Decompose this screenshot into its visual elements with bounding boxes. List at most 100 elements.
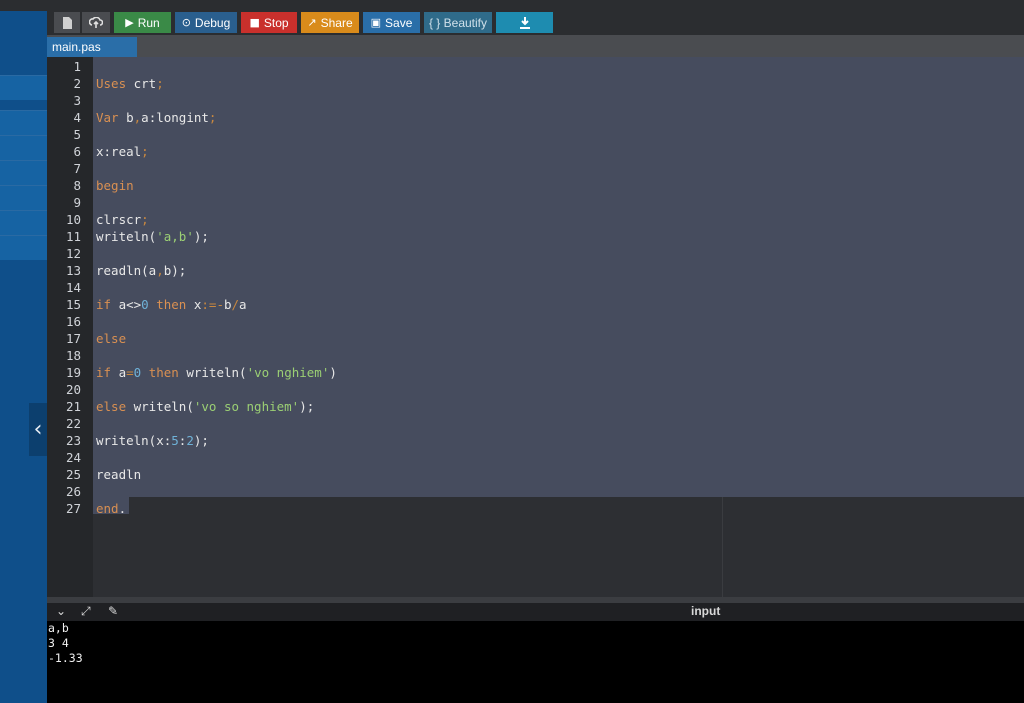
line-number: 16	[65, 314, 81, 329]
code-token: a	[111, 365, 127, 380]
code-token: a	[239, 297, 247, 312]
line-number: 18	[65, 348, 81, 363]
save-icon: ▣	[370, 16, 382, 29]
share-icon: ↗	[307, 16, 317, 29]
left-panel-item[interactable]	[0, 75, 47, 100]
left-panel	[0, 11, 47, 703]
code-line: writeln('a,b');	[96, 228, 209, 245]
code-line: readln	[96, 466, 141, 483]
beautify-button[interactable]: { } Beautify	[424, 12, 492, 33]
code-token: ;	[156, 76, 164, 91]
code-token: readln	[96, 467, 142, 482]
beautify-label: { } Beautify	[428, 15, 488, 30]
code-line: begin	[96, 177, 134, 194]
left-panel-item[interactable]	[0, 235, 47, 260]
line-number: 17	[65, 331, 81, 346]
expand-icon[interactable]: ⤢	[81, 604, 91, 619]
line-number: 15	[65, 297, 81, 312]
code-line: readln(a,b);	[96, 262, 186, 279]
tab-bar: main.pas	[47, 35, 1024, 57]
code-token: a<>	[111, 297, 142, 312]
chevron-down-icon[interactable]: ⌄	[56, 604, 66, 618]
line-number: 5	[73, 127, 81, 142]
top-strip	[0, 0, 1024, 11]
new-file-button[interactable]	[54, 12, 80, 33]
line-number: 4	[73, 110, 81, 125]
line-number: 2	[73, 76, 81, 91]
left-panel-item[interactable]	[0, 210, 47, 235]
code-token: then	[141, 365, 179, 380]
code-token: end	[96, 501, 119, 516]
code-token: x	[186, 297, 202, 312]
line-number: 21	[65, 399, 81, 414]
input-label[interactable]: input	[691, 604, 720, 618]
code-token: 'vo so nghiem'	[193, 399, 300, 414]
code-line: if a<>0 then x:=-b/a	[96, 296, 247, 313]
console-line: -1.33	[48, 651, 83, 665]
code-editor[interactable]: 1 2 Uses crt; 3 4 Var b,a:longint; 5 6 x:real; 7 8…	[47, 57, 1024, 597]
save-label: Save	[385, 15, 413, 30]
code-token: .	[118, 501, 127, 516]
line-number: 7	[73, 161, 81, 176]
line-number: 23	[65, 433, 81, 448]
debug-icon: ⊙	[181, 16, 191, 29]
stop-icon: ■	[249, 16, 260, 29]
tab-main-pas[interactable]: main.pas	[47, 37, 137, 57]
code-line: else writeln('vo so nghiem');	[96, 398, 314, 415]
share-button[interactable]: ↗ Share	[301, 12, 359, 33]
code-token: b);	[163, 263, 187, 278]
left-panel-item[interactable]	[0, 110, 47, 135]
stop-button[interactable]: ■ Stop	[241, 12, 297, 33]
code-line: x:real;	[96, 143, 149, 160]
code-token: /	[231, 297, 240, 312]
console-settings-icon[interactable]: ✎	[108, 604, 118, 618]
code-token: 5	[171, 433, 179, 448]
left-panel-item[interactable]	[0, 185, 47, 210]
code-token: begin	[96, 178, 134, 193]
play-icon: ▶	[125, 16, 134, 29]
code-token: );	[193, 229, 209, 244]
line-number: 26	[65, 484, 81, 499]
print-margin	[722, 497, 723, 597]
code-line: clrscr;	[96, 211, 149, 228]
code-token: b	[223, 297, 232, 312]
code-token: if	[96, 297, 112, 312]
left-panel-item[interactable]	[0, 135, 47, 160]
line-number: 27	[65, 501, 81, 516]
code-token: :=-	[201, 297, 224, 312]
run-button[interactable]: ▶ Run	[114, 12, 171, 33]
code-line: if a=0 then writeln('vo nghiem')	[96, 364, 337, 381]
file-icon	[63, 16, 72, 29]
download-button[interactable]	[496, 12, 553, 33]
upload-button[interactable]	[82, 12, 110, 33]
console-output[interactable]: a,b 3 4 -1.33	[47, 621, 1024, 703]
line-number: 11	[65, 229, 81, 244]
run-label: Run	[137, 15, 160, 30]
line-number: 1	[73, 59, 81, 74]
save-button[interactable]: ▣ Save	[363, 12, 420, 33]
code-token: a:longint	[141, 110, 209, 125]
code-token: then	[148, 297, 187, 312]
code-token: 'a,b'	[156, 229, 194, 244]
download-icon	[519, 16, 530, 29]
debug-button[interactable]: ⊙ Debug	[175, 12, 237, 33]
code-token: =	[126, 365, 134, 380]
console-header: ⌄ ⤢ ✎ input	[47, 603, 1024, 621]
code-token: );	[299, 399, 315, 414]
code-token: if	[96, 365, 112, 380]
line-number: 22	[65, 416, 81, 431]
code-token: x:real	[96, 144, 142, 159]
code-line: Uses crt;	[96, 75, 164, 92]
code-line: else	[96, 330, 126, 347]
upload-icon	[89, 16, 103, 28]
line-number: 12	[65, 246, 81, 261]
code-token: );	[193, 433, 209, 448]
code-token: ;	[208, 110, 217, 125]
code-token: )	[329, 365, 337, 380]
code-token: Uses	[96, 76, 127, 91]
left-panel-item[interactable]	[0, 160, 47, 185]
chevron-left-icon[interactable]: ‹	[29, 403, 47, 456]
line-number: 13	[65, 263, 81, 278]
code-token: crt	[126, 76, 157, 91]
code-token: b	[118, 110, 134, 125]
